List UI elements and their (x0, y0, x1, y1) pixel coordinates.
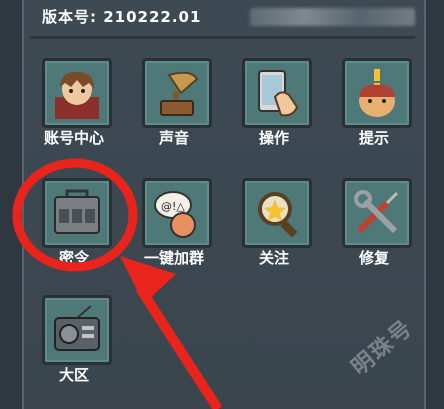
account-center-icon (55, 71, 99, 119)
radio-region-icon (54, 305, 100, 351)
secret-code-label: 密令 (58, 249, 89, 267)
follow-button[interactable] (242, 178, 312, 248)
controls-button[interactable] (242, 58, 312, 128)
repair-button[interactable] (342, 178, 412, 248)
hints-button[interactable] (342, 58, 412, 128)
region-label: 大区 (58, 366, 89, 384)
repair-label: 修复 (358, 249, 389, 267)
join-group-button[interactable]: @!△ (142, 178, 212, 248)
join-group-chat-icon: @!△ (154, 191, 196, 238)
account-center-button[interactable] (42, 58, 112, 128)
magnifier-follow-icon (258, 192, 298, 238)
controls-label: 操作 (258, 129, 289, 147)
header-divider (30, 36, 415, 39)
sound-button[interactable] (142, 58, 212, 128)
hint-character-icon (359, 69, 395, 117)
account-center-label: 账号中心 (43, 129, 104, 147)
join-group-label: 一键加群 (143, 249, 204, 267)
wrench-screwdriver-icon (354, 190, 399, 234)
gramophone-sound-icon (160, 71, 199, 116)
code-box-icon (54, 189, 100, 234)
phone-tap-icon (258, 70, 299, 117)
secret-code-button[interactable] (42, 178, 112, 248)
hints-label: 提示 (358, 129, 389, 147)
version-label: 版本号: 210222.01 (42, 8, 202, 26)
svg-text:@!△: @!△ (161, 200, 185, 213)
follow-label: 关注 (258, 249, 289, 267)
blurred-user-id (250, 8, 415, 26)
region-button[interactable] (42, 295, 112, 365)
sound-label: 声音 (158, 129, 189, 147)
